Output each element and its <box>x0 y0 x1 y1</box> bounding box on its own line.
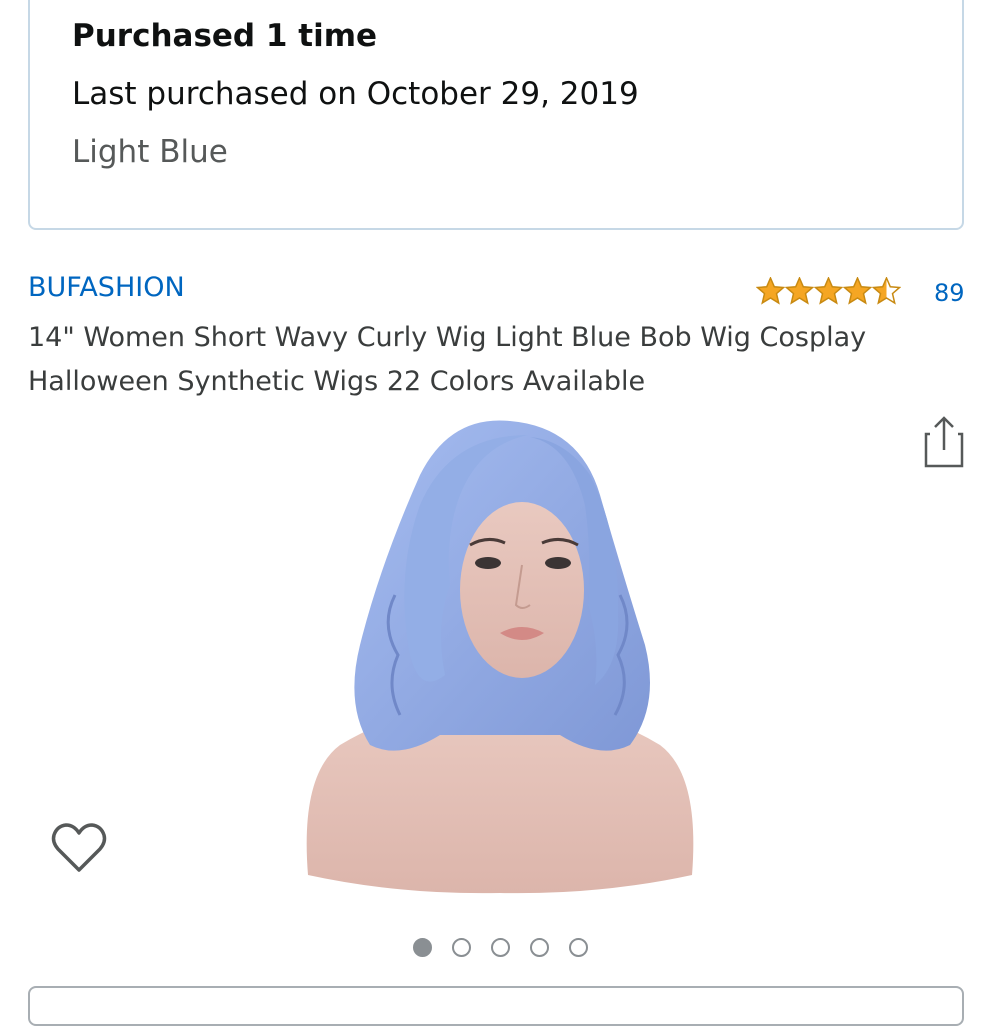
star-icon <box>785 277 814 305</box>
purchase-history-box: Purchased 1 time Last purchased on Octob… <box>28 0 964 230</box>
carousel-dot[interactable] <box>529 938 549 957</box>
star-icon <box>843 277 872 305</box>
carousel-dot[interactable] <box>412 938 432 957</box>
star-icon <box>814 277 843 305</box>
image-carousel-dots <box>0 938 1000 964</box>
purchased-count: Purchased 1 time <box>72 18 378 54</box>
bottom-card <box>28 986 964 1026</box>
share-icon <box>924 416 964 468</box>
brand-link[interactable]: BUFASHION <box>28 272 185 303</box>
share-button[interactable] <box>920 410 968 472</box>
star-rating[interactable] <box>756 274 901 308</box>
product-image[interactable] <box>300 415 700 900</box>
last-purchased-date: Last purchased on October 29, 2019 <box>72 76 639 112</box>
wishlist-button[interactable] <box>50 820 108 878</box>
heart-icon <box>51 823 107 872</box>
carousel-dot[interactable] <box>451 938 471 957</box>
star-icon <box>756 277 785 305</box>
carousel-dot[interactable] <box>568 938 588 957</box>
star-icon <box>872 277 901 305</box>
review-count-link[interactable]: 89 <box>934 279 965 307</box>
wig-mannequin-image <box>306 420 694 894</box>
carousel-dot[interactable] <box>490 938 510 957</box>
purchased-variant: Light Blue <box>72 134 228 170</box>
product-title: 14" Women Short Wavy Curly Wig Light Blu… <box>28 322 867 397</box>
